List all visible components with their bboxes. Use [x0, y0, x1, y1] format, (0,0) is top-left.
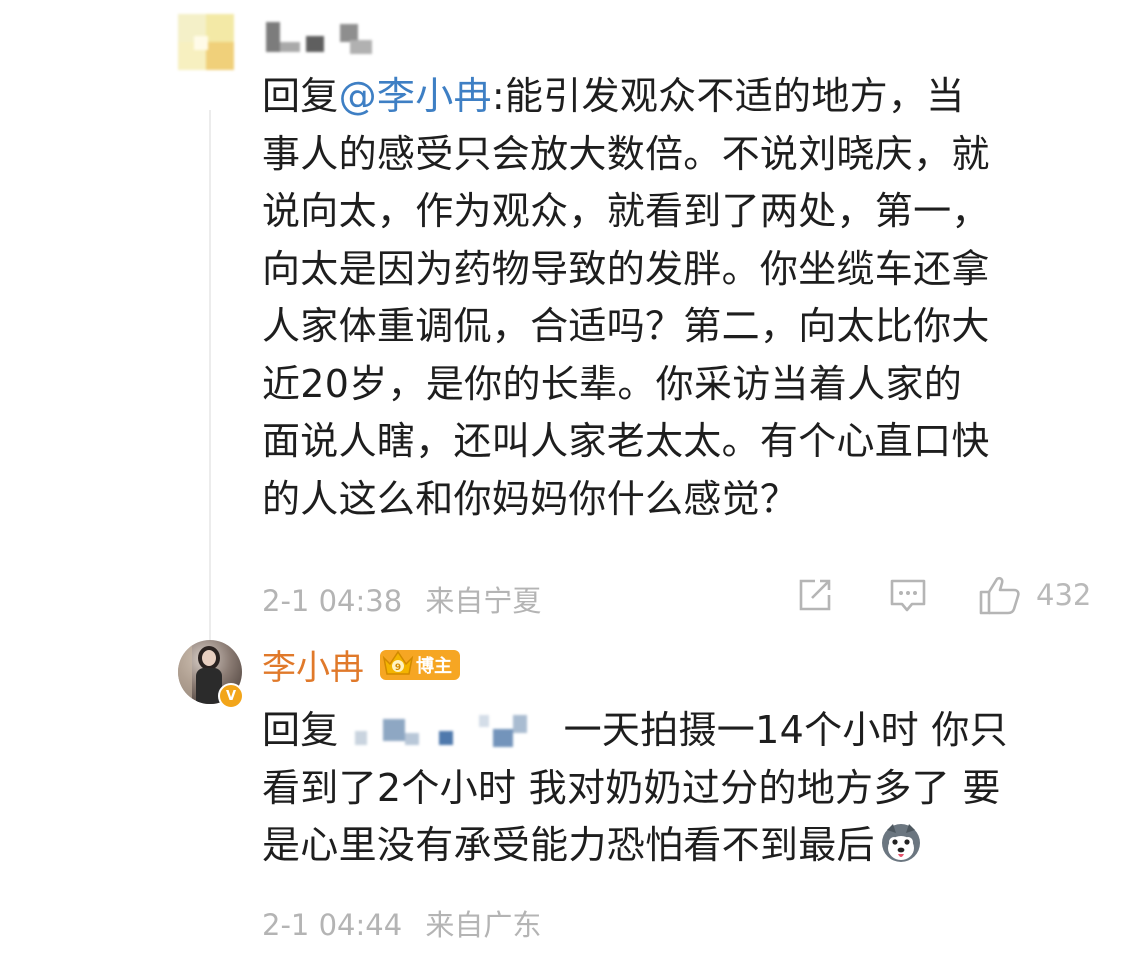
comment-icon	[890, 579, 926, 612]
comment-meta: 2-1 04:38 来自宁夏	[262, 578, 541, 620]
reply-body: 回复 一天拍摄一14个小时 你只 看到了2个小时 我对奶奶过分的地方多了 要 是…	[262, 702, 1112, 875]
username-blurred[interactable]	[266, 22, 378, 58]
comment-first-line: 回复@李小冉:能引发观众不适的地方，当	[262, 68, 1112, 126]
thread-line	[209, 110, 211, 655]
reply-meta: 2-1 04:44 来自广东	[262, 902, 541, 944]
reply-text: 一天拍摄一14个小时 你只	[563, 708, 1008, 752]
comment-line: 面说人瞎，还叫人家老太太。有个心直口快	[262, 419, 990, 463]
like-button[interactable]	[978, 574, 1022, 620]
author-username[interactable]: 李小冉	[262, 640, 364, 689]
reply-button[interactable]	[888, 576, 928, 620]
reply-line: 看到了2个小时 我对奶奶过分的地方多了 要	[262, 765, 1001, 810]
reply-last-line: 是心里没有承受能力恐怕看不到最后	[262, 817, 1112, 875]
badge-label: 博主	[416, 655, 452, 677]
comment-line: 事人的感受只会放大数倍。不说刘晓庆，就	[262, 131, 990, 176]
blogger-badge: 9 博主	[380, 649, 460, 680]
avatar-blurred[interactable]	[178, 14, 234, 70]
comment-location: 来自宁夏	[425, 584, 542, 618]
husky-emoji-icon	[881, 824, 920, 862]
comment-line: 说向太，作为观众，就看到了两处，第一，	[262, 189, 990, 233]
share-button[interactable]	[796, 576, 834, 618]
like-count: 432	[1036, 578, 1092, 612]
reply-prefix: 回复	[262, 708, 339, 752]
comment-line: 近20岁，是你的长辈。你采访当着人家的	[262, 361, 963, 406]
verified-v-icon: V	[218, 683, 244, 709]
comment-date: 2-1 04:38	[262, 584, 403, 618]
svg-text:9: 9	[395, 663, 401, 673]
comment-line: 人家体重调侃，合适吗？第二，向太比你大	[262, 304, 990, 348]
reply-prefix: 回复	[262, 74, 339, 118]
mention-link[interactable]: @李小冉	[339, 74, 492, 118]
reply-first-line: 回复 一天拍摄一14个小时 你只	[262, 702, 1112, 760]
reply-location: 来自广东	[425, 908, 542, 942]
author-row: 李小冉 9 博主	[262, 640, 460, 689]
share-icon	[799, 579, 831, 611]
comment-line: 的人这么和你妈妈你什么感觉？	[262, 476, 799, 521]
comment-body: 回复@李小冉:能引发观众不适的地方，当 事人的感受只会放大数倍。不说刘晓庆，就 …	[262, 68, 1112, 528]
reply-line: 是心里没有承受能力恐怕看不到最后	[262, 823, 875, 867]
mention-blurred[interactable]	[345, 711, 550, 751]
thumbs-up-icon	[979, 576, 1020, 615]
comment-line: 向太是因为药物导致的发胖。你坐缆车还拿	[262, 246, 990, 291]
comment-text: :能引发观众不适的地方，当	[491, 74, 965, 118]
crown-icon: 9	[382, 650, 414, 675]
reply-date: 2-1 04:44	[262, 908, 403, 942]
